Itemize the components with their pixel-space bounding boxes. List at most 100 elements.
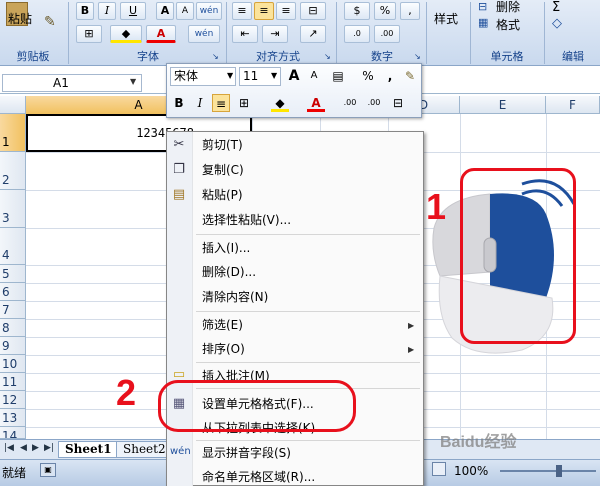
- sheet-tab-sheet1[interactable]: Sheet1: [58, 441, 119, 458]
- font-dialog-launcher-icon[interactable]: ↘: [212, 52, 222, 62]
- mini-percent-button[interactable]: %: [359, 67, 377, 85]
- mini-center-align-icon[interactable]: ≡: [212, 94, 230, 112]
- menu-item-name-range[interactable]: 命名单元格区域(R)...: [167, 465, 423, 486]
- alignment-dialog-launcher-icon[interactable]: ↘: [324, 52, 334, 62]
- merge-cells-icon[interactable]: ⊟: [300, 2, 326, 20]
- orientation-icon[interactable]: ↗: [300, 25, 326, 43]
- row-header-7[interactable]: 7: [0, 301, 26, 319]
- row-header-9[interactable]: 9: [0, 337, 26, 355]
- mini-font-color-icon[interactable]: A: [307, 94, 325, 112]
- shrink-font-icon[interactable]: A: [176, 2, 194, 20]
- row-header-12[interactable]: 12: [0, 391, 26, 409]
- row-header-3[interactable]: 3: [0, 190, 26, 228]
- row-header-8[interactable]: 8: [0, 319, 26, 337]
- zoom-slider[interactable]: [500, 470, 596, 472]
- phonetic-field-icon[interactable]: wén: [188, 25, 220, 43]
- number-dialog-launcher-icon[interactable]: ↘: [414, 52, 424, 62]
- select-all-corner[interactable]: [0, 96, 26, 114]
- font-color-icon[interactable]: A: [146, 25, 176, 43]
- align-right-icon[interactable]: ≡: [276, 2, 296, 20]
- mini-grow-font-button[interactable]: A: [285, 67, 303, 85]
- menu-item-copy[interactable]: 复制(C): [167, 158, 423, 182]
- page-layout-icon[interactable]: [432, 462, 446, 476]
- format-cells-icon[interactable]: ▦: [478, 16, 488, 29]
- decrease-indent-icon[interactable]: ⇤: [232, 25, 258, 43]
- mini-shrink-font-button[interactable]: A: [305, 67, 323, 85]
- row-header-1[interactable]: 1: [0, 114, 26, 152]
- row-header-10[interactable]: 10: [0, 355, 26, 373]
- zoom-slider-handle[interactable]: [556, 465, 562, 477]
- bold-button[interactable]: B: [76, 2, 94, 20]
- autosum-icon[interactable]: Σ: [552, 0, 560, 15]
- delete-cells-button[interactable]: 删除: [496, 0, 520, 15]
- mini-font-size-dropdown-icon[interactable]: ▼: [271, 71, 277, 80]
- watermark: Baidu经验: [440, 434, 517, 451]
- prev-sheet-icon[interactable]: ◀: [20, 443, 27, 453]
- clear-icon[interactable]: ◇: [552, 16, 562, 31]
- mini-increase-decimal-button[interactable]: .00: [339, 94, 361, 112]
- mini-toolbar: 宋体 ▼ 11 ▼ A A ▤ % , ✎ B I ≡ ⊞ ◆ A .00 .0…: [166, 63, 422, 118]
- row-header-5[interactable]: 5: [0, 265, 26, 283]
- sort-submenu-arrow-icon: ▶: [408, 345, 415, 354]
- align-center-icon[interactable]: ≡: [254, 2, 274, 20]
- increase-indent-icon[interactable]: ⇥: [262, 25, 288, 43]
- increase-decimal-icon[interactable]: .0: [344, 25, 370, 43]
- row-header-14[interactable]: 14: [0, 427, 26, 439]
- percent-button[interactable]: %: [374, 2, 396, 20]
- mini-decrease-decimal-button[interactable]: .00: [363, 94, 385, 112]
- sheet-tab-sheet2[interactable]: Sheet2: [116, 441, 173, 458]
- menu-item-show-phonetic[interactable]: 显示拼音字段(S): [167, 441, 423, 465]
- name-box-dropdown-icon[interactable]: ▼: [130, 77, 136, 86]
- mini-comma-button[interactable]: ,: [381, 67, 399, 85]
- format-cells-button[interactable]: 格式: [496, 16, 520, 33]
- column-header-e[interactable]: E: [460, 96, 546, 114]
- mouse-right-button-highlight: [460, 168, 576, 344]
- row-header-2[interactable]: 2: [0, 152, 26, 190]
- align-left-icon[interactable]: ≡: [232, 2, 252, 20]
- menu-item-sort[interactable]: 排序(O): [167, 337, 423, 361]
- border-icon[interactable]: ⊞: [76, 25, 102, 43]
- styles-button[interactable]: 样式: [434, 10, 458, 27]
- first-sheet-icon[interactable]: |◀: [4, 443, 14, 453]
- paste-button[interactable]: 粘贴: [2, 10, 38, 27]
- mini-format-painter-icon[interactable]: ✎: [401, 67, 419, 85]
- mini-border-icon[interactable]: ⊞: [235, 94, 253, 112]
- fill-color-icon[interactable]: ◆: [110, 25, 142, 43]
- menu-item-clear-contents[interactable]: 清除内容(N): [167, 285, 423, 309]
- mini-bold-button[interactable]: B: [170, 94, 188, 112]
- mini-accounting-icon[interactable]: ▤: [327, 67, 349, 85]
- menu-item-filter[interactable]: 筛选(E): [167, 313, 423, 337]
- last-sheet-icon[interactable]: ▶|: [44, 443, 54, 453]
- column-header-f[interactable]: F: [546, 96, 600, 114]
- italic-button[interactable]: I: [98, 2, 116, 20]
- row-header-13[interactable]: 13: [0, 409, 26, 427]
- mini-fill-color-icon[interactable]: ◆: [271, 94, 289, 112]
- mini-italic-button[interactable]: I: [191, 94, 209, 112]
- underline-button[interactable]: U: [120, 2, 146, 20]
- row-header-6[interactable]: 6: [0, 283, 26, 301]
- menu-item-cut[interactable]: 剪切(T): [167, 133, 423, 157]
- comma-button[interactable]: ,: [400, 2, 420, 20]
- macro-record-icon[interactable]: ▣: [40, 463, 56, 477]
- name-box[interactable]: A1: [2, 74, 142, 92]
- step-2-number: 2: [116, 372, 137, 413]
- next-sheet-icon[interactable]: ▶: [32, 443, 39, 453]
- mini-font-name-dropdown-icon[interactable]: ▼: [227, 71, 233, 80]
- menu-item-delete[interactable]: 删除(D)...: [167, 260, 423, 284]
- menu-item-insert[interactable]: 插入(I)...: [167, 236, 423, 260]
- format-painter-icon[interactable]: ✎: [44, 14, 56, 30]
- delete-cells-icon[interactable]: ⊟: [478, 0, 487, 13]
- grow-font-icon[interactable]: A: [156, 2, 174, 20]
- ribbon: 粘贴 ✎ 剪贴板 B I U A A wén ⊞ ◆ A wén 字体 ↘ ≡ …: [0, 0, 600, 66]
- phonetic-icon[interactable]: wén: [196, 2, 222, 20]
- menu-item-paste[interactable]: 粘贴(P): [167, 183, 423, 207]
- editing-group-label: 编辑: [562, 50, 584, 63]
- decrease-decimal-icon[interactable]: .00: [374, 25, 400, 43]
- row-header-11[interactable]: 11: [0, 373, 26, 391]
- row-header-4[interactable]: 4: [0, 228, 26, 265]
- zoom-level[interactable]: 100%: [454, 464, 488, 478]
- accounting-format-icon[interactable]: $: [344, 2, 370, 20]
- mini-merge-center-icon[interactable]: ⊟: [387, 94, 409, 112]
- menu-item-paste-special[interactable]: 选择性粘贴(V)...: [167, 208, 423, 232]
- clipboard-group-label: 剪贴板: [16, 50, 50, 63]
